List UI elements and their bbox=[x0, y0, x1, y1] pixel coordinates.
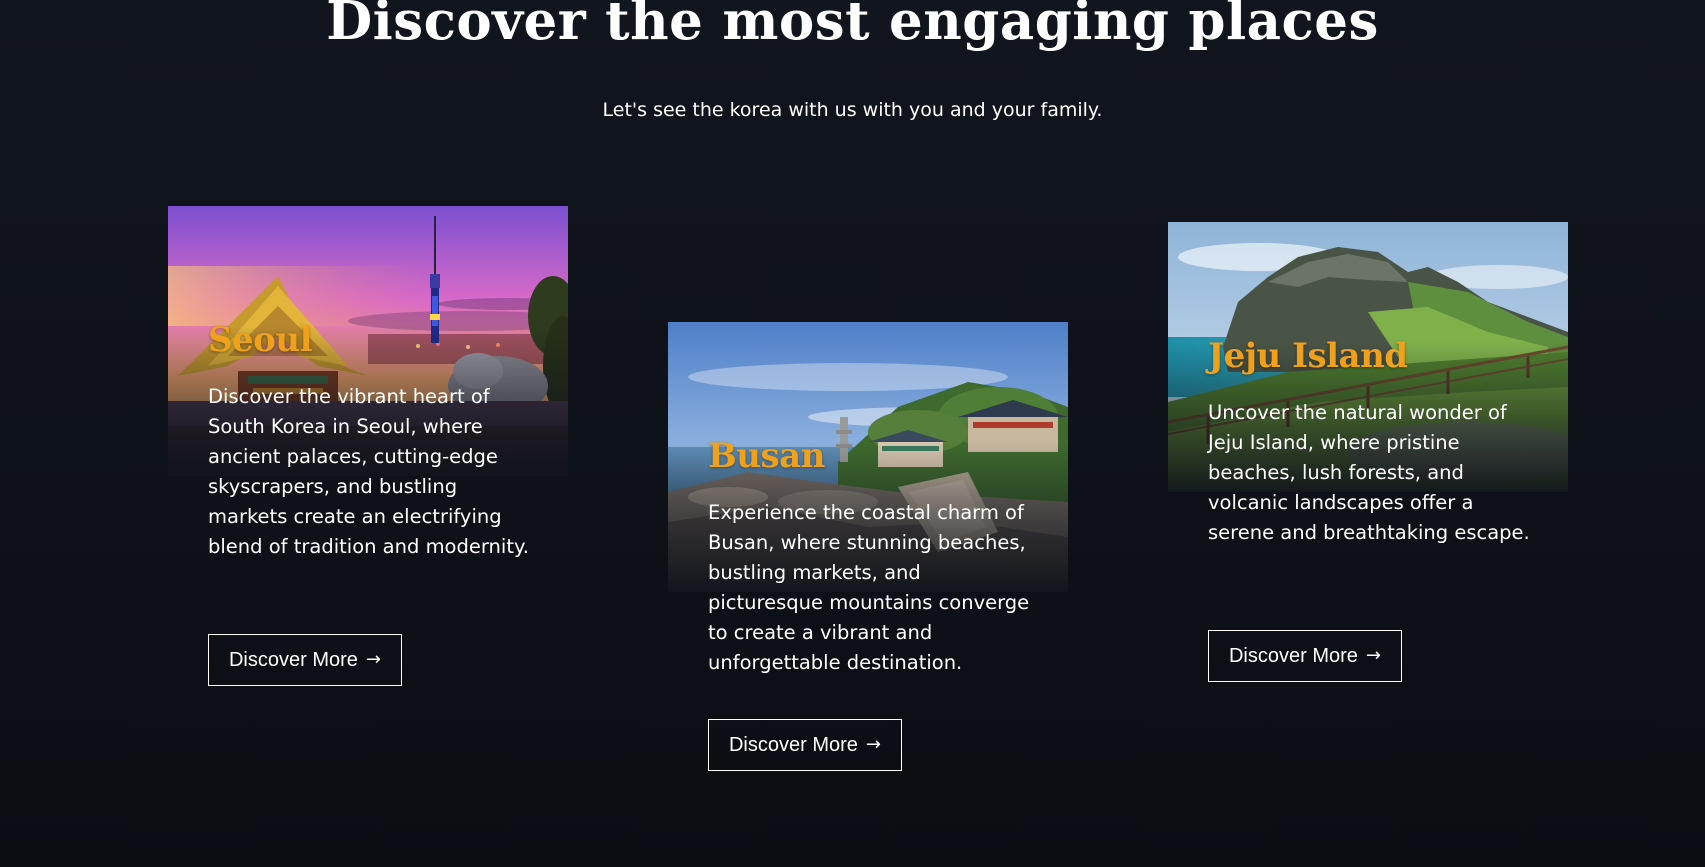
page-subtitle: Let's see the korea with us with you and… bbox=[602, 99, 1103, 121]
card-title: Busan bbox=[708, 436, 825, 476]
discover-more-button[interactable]: Discover More → bbox=[708, 719, 902, 771]
page-title: Discover the most engaging places bbox=[326, 0, 1379, 52]
discover-more-button[interactable]: Discover More → bbox=[1208, 630, 1402, 682]
button-label: Discover More bbox=[228, 648, 358, 671]
card-title: Seoul bbox=[208, 320, 313, 360]
arrow-right-icon: → bbox=[865, 734, 881, 755]
arrow-right-icon: → bbox=[365, 649, 381, 670]
page-background: Discover the most engaging places Let's … bbox=[0, 0, 1705, 867]
button-label: Discover More bbox=[728, 733, 858, 756]
card-description: Discover the vibrant heart of South Kore… bbox=[208, 385, 529, 558]
button-label: Discover More bbox=[1228, 644, 1358, 667]
arrow-right-icon: → bbox=[1365, 645, 1381, 666]
discover-more-button[interactable]: Discover More → bbox=[208, 634, 402, 686]
card-description: Uncover the natural wonder of Jeju Islan… bbox=[1208, 401, 1530, 544]
card-description: Experience the coastal charm of Busan, w… bbox=[708, 501, 1030, 674]
card-title: Jeju Island bbox=[1208, 336, 1408, 376]
